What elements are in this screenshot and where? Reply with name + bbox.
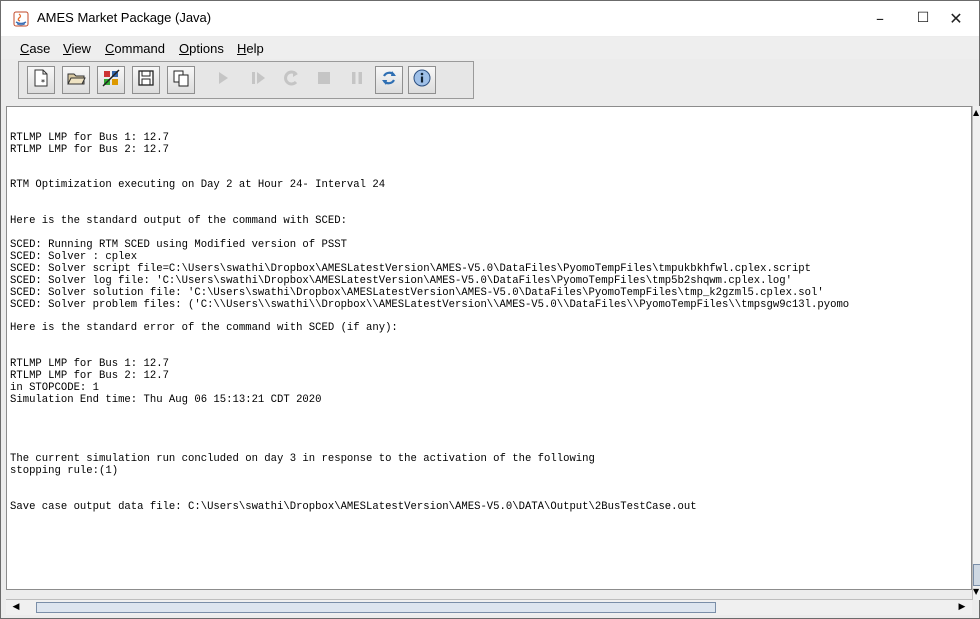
run-icon [213,68,233,93]
open-case-button[interactable] [62,66,90,94]
copy-case-button[interactable] [167,66,195,94]
info-icon [412,68,432,93]
horizontal-scroll-thumb[interactable] [36,602,716,613]
restart-icon [281,68,301,93]
stop-icon [314,68,334,93]
save-case-icon [136,68,156,93]
java-app-icon [13,11,29,27]
title-bar: AMES Market Package (Java) – ☐ ✕ [1,1,979,36]
horizontal-scrollbar[interactable]: ◀ ▶ [6,599,972,615]
refresh-button[interactable] [375,66,403,94]
console-output-area[interactable]: RTLMP LMP for Bus 1: 12.7 RTLMP LMP for … [6,106,972,590]
stop-button[interactable] [310,66,338,94]
menu-options[interactable]: Options [179,41,224,56]
scroll-left-icon[interactable]: ◀ [8,600,24,615]
step-icon [248,68,268,93]
save-case-button[interactable] [132,66,160,94]
scroll-right-icon[interactable]: ▶ [954,600,970,615]
menu-command[interactable]: Command [105,41,165,56]
menu-view[interactable]: View [63,41,91,56]
vertical-scroll-thumb[interactable] [973,564,980,586]
pause-button[interactable] [343,66,371,94]
menu-help[interactable]: Help [237,41,264,56]
edit-case-button[interactable] [97,66,125,94]
restart-button[interactable] [277,66,305,94]
step-button[interactable] [244,66,272,94]
open-case-icon [66,68,86,93]
new-case-icon: * [31,68,51,93]
vertical-scrollbar[interactable]: ▲ ▼ [972,106,980,600]
edit-case-icon [101,68,121,93]
menu-case[interactable]: Case [20,41,50,56]
pause-icon [347,68,367,93]
window-title: AMES Market Package (Java) [37,10,212,25]
svg-text:*: * [41,78,45,87]
minimize-button[interactable]: – [857,1,903,36]
copy-case-icon [171,68,191,93]
scroll-down-icon[interactable]: ▼ [973,587,979,596]
app-window: AMES Market Package (Java) – ☐ ✕ Case Vi… [0,0,980,619]
refresh-icon [379,68,399,93]
console-text: RTLMP LMP for Bus 1: 12.7 RTLMP LMP for … [10,131,850,513]
new-case-button[interactable]: * [27,66,55,94]
close-button[interactable]: ✕ [933,1,979,36]
info-button[interactable] [408,66,436,94]
scroll-up-icon[interactable]: ▲ [973,108,979,117]
run-button[interactable] [209,66,237,94]
toolbar: * [18,61,474,99]
menu-bar: Case View Command Options Help [1,37,979,59]
